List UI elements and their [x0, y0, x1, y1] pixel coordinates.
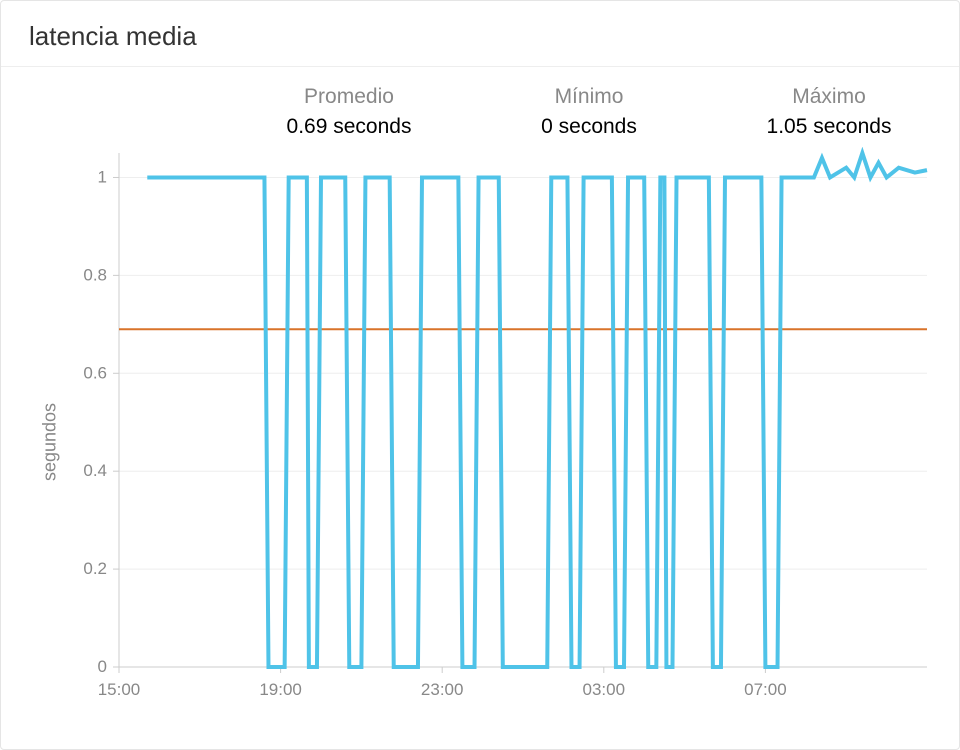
svg-text:0: 0	[98, 657, 107, 676]
y-axis-label: segundos	[40, 403, 61, 481]
svg-text:0.4: 0.4	[83, 461, 107, 480]
latency-card: latencia media Promedio 0.69 seconds Mín…	[0, 0, 960, 750]
svg-text:0.2: 0.2	[83, 559, 107, 578]
series-latencia	[147, 153, 927, 667]
svg-text:0.6: 0.6	[83, 363, 107, 382]
svg-text:07:00: 07:00	[744, 680, 787, 699]
svg-text:0.8: 0.8	[83, 265, 107, 284]
svg-text:15:00: 15:00	[98, 680, 141, 699]
stat-max: Máximo 1.05 seconds	[739, 85, 919, 139]
stat-max-label: Máximo	[739, 85, 919, 109]
svg-text:1: 1	[98, 167, 107, 186]
svg-text:03:00: 03:00	[583, 680, 626, 699]
stat-min-value: 0 seconds	[509, 115, 669, 139]
stat-min: Mínimo 0 seconds	[509, 85, 669, 139]
stat-avg: Promedio 0.69 seconds	[259, 85, 439, 139]
stat-min-label: Mínimo	[509, 85, 669, 109]
stat-avg-value: 0.69 seconds	[259, 115, 439, 139]
card-title: latencia media	[1, 1, 959, 67]
stat-max-value: 1.05 seconds	[739, 115, 919, 139]
svg-text:19:00: 19:00	[259, 680, 302, 699]
chart-area: segundos 0 0.2 0.4 0.6 0.8 1 15:00 19:00 23:00 03…	[1, 147, 959, 737]
svg-text:23:00: 23:00	[421, 680, 464, 699]
latency-chart: 0 0.2 0.4 0.6 0.8 1 15:00 19:00 23:00 03:00 07:00	[29, 147, 933, 717]
stat-avg-label: Promedio	[259, 85, 439, 109]
stats-row: Promedio 0.69 seconds Mínimo 0 seconds M…	[1, 67, 959, 147]
